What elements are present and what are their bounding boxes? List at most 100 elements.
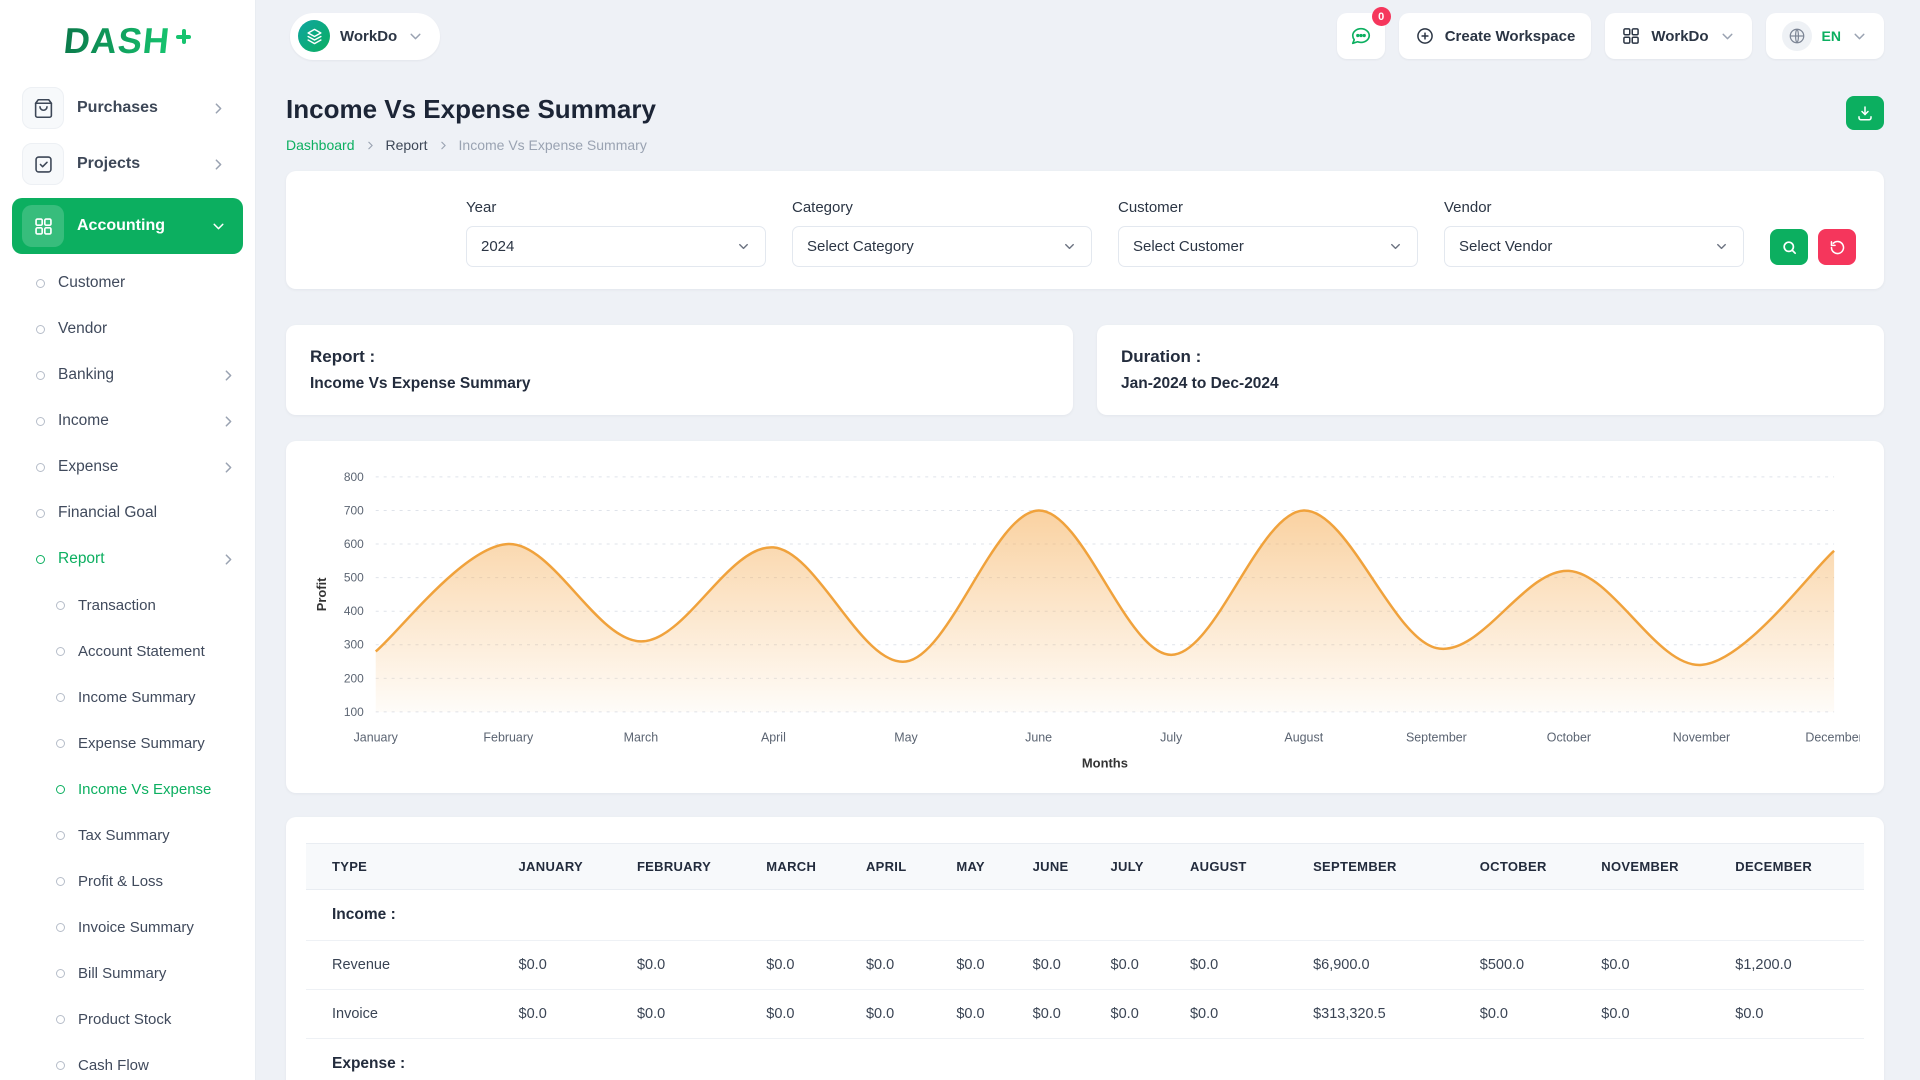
table-cell: $0.0 <box>1023 989 1101 1038</box>
sidebar-item-label: Vendor <box>58 320 107 338</box>
sidebar-item-income[interactable]: Income <box>12 398 243 444</box>
table-cell: $0.0 <box>1180 989 1303 1038</box>
sidebar: DASH Purchases Projects Accounting Customer… <box>0 0 256 1080</box>
reset-button[interactable] <box>1818 229 1856 265</box>
svg-text:September: September <box>1406 731 1467 745</box>
sidebar-item-bill-summary[interactable]: Bill Summary <box>12 950 243 996</box>
chevron-right-icon <box>220 367 237 384</box>
accounting-icon <box>22 205 64 247</box>
sidebar-item-accounting[interactable]: Accounting <box>12 198 243 254</box>
download-icon <box>1856 104 1874 122</box>
sidebar-item-banking[interactable]: Banking <box>12 352 243 398</box>
sidebar-item-account-statement[interactable]: Account Statement <box>12 628 243 674</box>
table-header-cell: OCTOBER <box>1470 843 1592 889</box>
svg-text:500: 500 <box>344 571 364 585</box>
breadcrumb-item[interactable]: Report <box>386 137 428 153</box>
chevron-down-icon <box>736 239 751 254</box>
bullet-icon <box>36 417 45 426</box>
sidebar-item-financial-goal[interactable]: Financial Goal <box>12 490 243 536</box>
bullet-icon <box>36 371 45 380</box>
sidebar-item-expense-summary[interactable]: Expense Summary <box>12 720 243 766</box>
sidebar-item-label: Expense <box>58 458 118 476</box>
sidebar-item-profit-loss[interactable]: Profit & Loss <box>12 858 243 904</box>
sidebar-item-tax-summary[interactable]: Tax Summary <box>12 812 243 858</box>
sidebar-item-invoice-summary[interactable]: Invoice Summary <box>12 904 243 950</box>
sidebar-item-vendor[interactable]: Vendor <box>12 306 243 352</box>
table-row: Invoice$0.0$0.0$0.0$0.0$0.0$0.0$0.0$0.0$… <box>306 989 1864 1038</box>
bullet-icon <box>36 463 45 472</box>
plus-circle-icon <box>1415 26 1435 46</box>
sidebar-item-label: Projects <box>77 155 140 173</box>
table-cell: $0.0 <box>756 940 856 989</box>
app-root: DASH Purchases Projects Accounting Customer… <box>0 0 1920 1080</box>
year-label: Year <box>466 199 766 216</box>
vendor-field: Vendor Select Vendor <box>1444 199 1744 267</box>
svg-text:July: July <box>1160 731 1183 745</box>
sidebar-item-projects[interactable]: Projects <box>12 136 243 192</box>
breadcrumb-separator-icon <box>364 139 377 152</box>
year-select[interactable]: 2024 <box>466 226 766 267</box>
workspace-switcher[interactable]: WorkDo <box>290 13 440 60</box>
main-column: WorkDo 0 Create Workspace WorkDo <box>256 0 1920 1080</box>
table-cell: $0.0 <box>856 989 946 1038</box>
messages-button[interactable]: 0 <box>1337 13 1385 59</box>
category-field: Category Select Category <box>792 199 1092 267</box>
svg-text:May: May <box>894 731 918 745</box>
purchases-icon <box>22 87 64 129</box>
bullet-icon <box>56 601 65 610</box>
report-summary-card: Report : Income Vs Expense Summary <box>286 325 1073 415</box>
duration-label: Duration : <box>1121 347 1860 367</box>
table-cell: $0.0 <box>627 940 756 989</box>
chevron-right-icon <box>210 100 227 117</box>
messages-badge: 0 <box>1372 7 1391 26</box>
summary-row: Report : Income Vs Expense Summary Durat… <box>286 325 1884 415</box>
table-cell: $0.0 <box>1470 989 1592 1038</box>
sidebar-item-expense[interactable]: Expense <box>12 444 243 490</box>
download-button[interactable] <box>1846 96 1884 130</box>
grid-icon <box>1621 26 1641 46</box>
svg-text:200: 200 <box>344 671 364 685</box>
table-cell: $0.0 <box>946 940 1022 989</box>
sidebar-nav: Purchases Projects Accounting Customer Vendo… <box>12 80 243 1080</box>
brand-logo[interactable]: DASH <box>12 10 243 72</box>
sidebar-item-label: Cash Flow <box>78 1057 149 1074</box>
sidebar-item-purchases[interactable]: Purchases <box>12 80 243 136</box>
table-header-cell: MAY <box>946 843 1022 889</box>
svg-text:600: 600 <box>344 537 364 551</box>
svg-text:700: 700 <box>344 503 364 517</box>
search-button[interactable] <box>1770 229 1808 265</box>
sidebar-item-product-stock[interactable]: Product Stock <box>12 996 243 1042</box>
svg-text:October: October <box>1547 731 1591 745</box>
sidebar-item-label: Tax Summary <box>78 827 170 844</box>
sidebar-item-customer[interactable]: Customer <box>12 260 243 306</box>
filter-actions <box>1770 229 1856 265</box>
sidebar-item-report[interactable]: Report <box>12 536 243 582</box>
bullet-icon <box>36 279 45 288</box>
table-cell: $0.0 <box>1591 940 1725 989</box>
table-section-row: Expense : <box>306 1038 1864 1080</box>
table-cell: $0.0 <box>1180 940 1303 989</box>
bullet-icon <box>56 969 65 978</box>
chevron-down-icon <box>210 218 227 235</box>
table-header-cell: APRIL <box>856 843 946 889</box>
customer-select[interactable]: Select Customer <box>1118 226 1418 267</box>
vendor-select[interactable]: Select Vendor <box>1444 226 1744 267</box>
language-selector[interactable]: EN <box>1766 13 1884 59</box>
breadcrumb-item[interactable]: Dashboard <box>286 137 355 153</box>
table-cell: $6,900.0 <box>1303 940 1470 989</box>
chevron-right-icon <box>210 156 227 173</box>
sidebar-item-income-summary[interactable]: Income Summary <box>12 674 243 720</box>
summary-table: TYPEJANUARYFEBRUARYMARCHAPRILMAYJUNEJULY… <box>306 843 1864 1080</box>
table-cell: $0.0 <box>856 940 946 989</box>
create-workspace-button[interactable]: Create Workspace <box>1399 13 1592 59</box>
svg-text:January: January <box>354 731 399 745</box>
sidebar-item-transaction[interactable]: Transaction <box>12 582 243 628</box>
sidebar-item-cash-flow[interactable]: Cash Flow <box>12 1042 243 1080</box>
chevron-down-icon <box>1714 239 1729 254</box>
workdo-menu-button[interactable]: WorkDo <box>1605 13 1751 59</box>
table-cell: $0.0 <box>1023 940 1101 989</box>
table-cell: $0.0 <box>946 989 1022 1038</box>
sidebar-item-label: Profit & Loss <box>78 873 163 890</box>
sidebar-item-income-vs-expense[interactable]: Income Vs Expense <box>12 766 243 812</box>
category-select[interactable]: Select Category <box>792 226 1092 267</box>
